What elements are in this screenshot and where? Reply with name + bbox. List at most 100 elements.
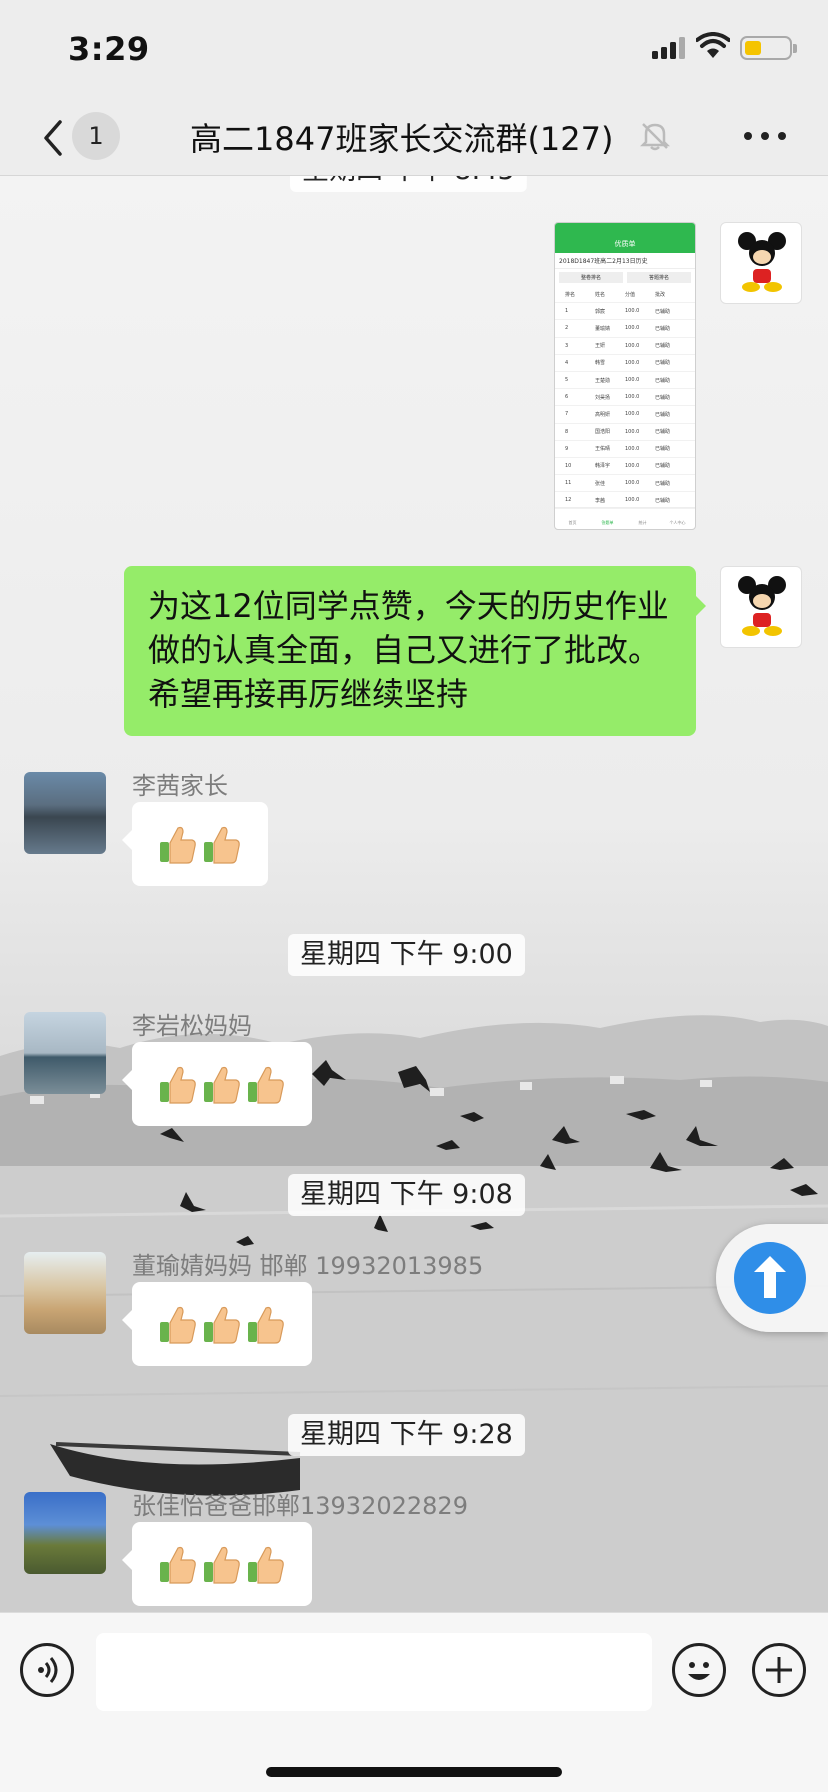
table-cell: 100.0 xyxy=(625,428,640,435)
emoji-message[interactable] xyxy=(122,802,268,886)
mickey-avatar-icon xyxy=(738,576,786,636)
table-row: 9 王佑晴 100.0 已辅助 xyxy=(555,441,695,458)
column-header: 批改 xyxy=(655,291,666,298)
sender-name: 张佳怡爸爸邯郸13932022829 xyxy=(132,1492,468,1520)
emoji-row xyxy=(158,1304,286,1350)
table-cell: 5 xyxy=(565,377,569,384)
table-cell: 100.0 xyxy=(625,377,640,384)
table-row: 1 郭宸 100.0 已辅助 xyxy=(555,303,695,321)
thumbnail-tabs: 整卷排名 答题排名 xyxy=(555,269,695,286)
chat-background xyxy=(0,176,828,1612)
avatar[interactable] xyxy=(24,1252,106,1334)
timestamp: 星期四 下午 9:28 xyxy=(288,1414,525,1456)
avatar[interactable] xyxy=(24,1012,106,1094)
message-text: 为这12位同学点赞，今天的历史作业做的认真全面，自己又进行了批改。希望再接再厉继… xyxy=(148,587,669,713)
table-cell: 11 xyxy=(565,480,572,487)
emoji-icon[interactable] xyxy=(672,1643,726,1697)
table-cell: 已辅助 xyxy=(655,480,671,487)
cellular-signal-icon xyxy=(652,37,685,59)
table-cell: 6 xyxy=(565,394,569,401)
own-avatar[interactable] xyxy=(720,222,802,304)
table-row: 3 王妍 100.0 已辅助 xyxy=(555,338,695,355)
table-cell: 郭宸 xyxy=(595,308,606,315)
table-cell: 100.0 xyxy=(625,359,640,366)
table-cell: 张佳 xyxy=(595,480,606,487)
table-cell: 已辅助 xyxy=(655,497,671,504)
message-input[interactable] xyxy=(96,1633,652,1711)
footer-tab: 统计 xyxy=(638,520,647,525)
table-cell: 李茜 xyxy=(595,497,606,504)
thumbs-up-icon xyxy=(158,1064,198,1110)
table-cell: 已辅助 xyxy=(655,343,671,350)
table-cell: 100.0 xyxy=(625,462,640,469)
table-cell: 9 xyxy=(565,445,569,452)
table-cell: 董瑜婧 xyxy=(595,325,611,332)
plus-icon[interactable] xyxy=(752,1643,806,1697)
table-cell: 已辅助 xyxy=(655,411,671,418)
input-bar xyxy=(0,1612,828,1792)
table-cell: 已辅助 xyxy=(655,429,671,436)
mute-icon xyxy=(640,123,670,151)
column-header: 姓名 xyxy=(595,291,606,298)
emoji-message[interactable] xyxy=(122,1042,312,1126)
table-cell: 100.0 xyxy=(625,411,640,418)
own-avatar[interactable] xyxy=(720,566,802,648)
table-cell: 王楚勋 xyxy=(595,377,611,384)
table-cell: 100.0 xyxy=(625,308,640,315)
image-message[interactable]: 优质单 2018D1847班高二2月13日历史 整卷排名 答题排名 排名 姓名 … xyxy=(554,222,696,530)
table-cell: 刘昊扬 xyxy=(595,394,611,401)
thumbs-up-icon xyxy=(202,1064,242,1110)
thumbs-up-icon xyxy=(158,824,198,870)
table-cell: 已辅助 xyxy=(655,325,671,332)
table-row: 10 韩泽宇 100.0 已辅助 xyxy=(555,458,695,476)
chat-nav-bar: 1 高二1847班家长交流群(127) xyxy=(0,100,828,176)
table-cell: 100.0 xyxy=(625,394,640,401)
more-icon[interactable] xyxy=(742,128,788,144)
emoji-message[interactable] xyxy=(122,1282,312,1366)
sender-name: 董瑜婧妈妈 邯郸 19932013985 xyxy=(132,1252,484,1280)
emoji-message[interactable] xyxy=(122,1522,312,1606)
sender-name: 李茜家长 xyxy=(132,772,228,800)
table-cell: 韩雪 xyxy=(595,360,606,367)
thumbnail-tab: 整卷排名 xyxy=(559,272,623,283)
status-time: 3:29 xyxy=(68,30,150,68)
unread-count-badge[interactable]: 1 xyxy=(72,112,120,160)
floating-shortcut-button[interactable] xyxy=(716,1224,828,1332)
thumbnail-header: 优质单 xyxy=(555,223,695,253)
footer-tab: 个人中心 xyxy=(669,520,686,525)
mickey-avatar-icon xyxy=(738,232,786,292)
table-cell: 已辅助 xyxy=(655,446,671,453)
emoji-row xyxy=(158,1064,286,1110)
table-cell: 100.0 xyxy=(625,480,640,487)
table-cell: 10 xyxy=(565,462,572,469)
thumbnail-table-header: 排名 姓名 分值 批改 xyxy=(555,286,695,304)
table-cell: 100.0 xyxy=(625,497,640,504)
thumbs-up-icon xyxy=(202,1304,242,1350)
back-icon[interactable] xyxy=(36,114,70,162)
battery-icon xyxy=(740,36,797,60)
table-cell: 4 xyxy=(565,359,569,366)
own-text-message[interactable]: 为这12位同学点赞，今天的历史作业做的认真全面，自己又进行了批改。希望再接再厉继… xyxy=(124,566,706,736)
table-cell: 12 xyxy=(565,497,572,504)
table-row: 7 高明妍 100.0 已辅助 xyxy=(555,406,695,424)
table-cell: 已辅助 xyxy=(655,394,671,401)
wifi-icon xyxy=(696,32,730,58)
table-row: 6 刘昊扬 100.0 已辅助 xyxy=(555,389,695,407)
table-cell: 王佑晴 xyxy=(595,446,611,453)
avatar[interactable] xyxy=(24,1492,106,1574)
avatar[interactable] xyxy=(24,772,106,854)
chat-title: 高二1847班家长交流群(127) xyxy=(190,120,614,158)
timestamp: 星期四 下午 9:08 xyxy=(288,1174,525,1216)
thumbs-up-icon xyxy=(246,1544,286,1590)
thumbs-up-icon xyxy=(246,1304,286,1350)
table-cell: 7 xyxy=(565,411,569,418)
voice-icon[interactable] xyxy=(20,1643,74,1697)
timestamp: 星期四 下午 9:00 xyxy=(288,934,525,976)
table-cell: 8 xyxy=(565,428,569,435)
thumbnail-table-body: 1 郭宸 100.0 已辅助 2 董瑜婧 100.0 已辅助 3 王妍 100.0 已辅助 4 韩雪 100… xyxy=(555,303,695,510)
table-cell: 100.0 xyxy=(625,342,640,349)
table-cell: 已辅助 xyxy=(655,377,671,384)
navigation-arrow-icon xyxy=(734,1242,806,1314)
table-row: 4 韩雪 100.0 已辅助 xyxy=(555,355,695,372)
table-cell: 高明妍 xyxy=(595,411,611,418)
